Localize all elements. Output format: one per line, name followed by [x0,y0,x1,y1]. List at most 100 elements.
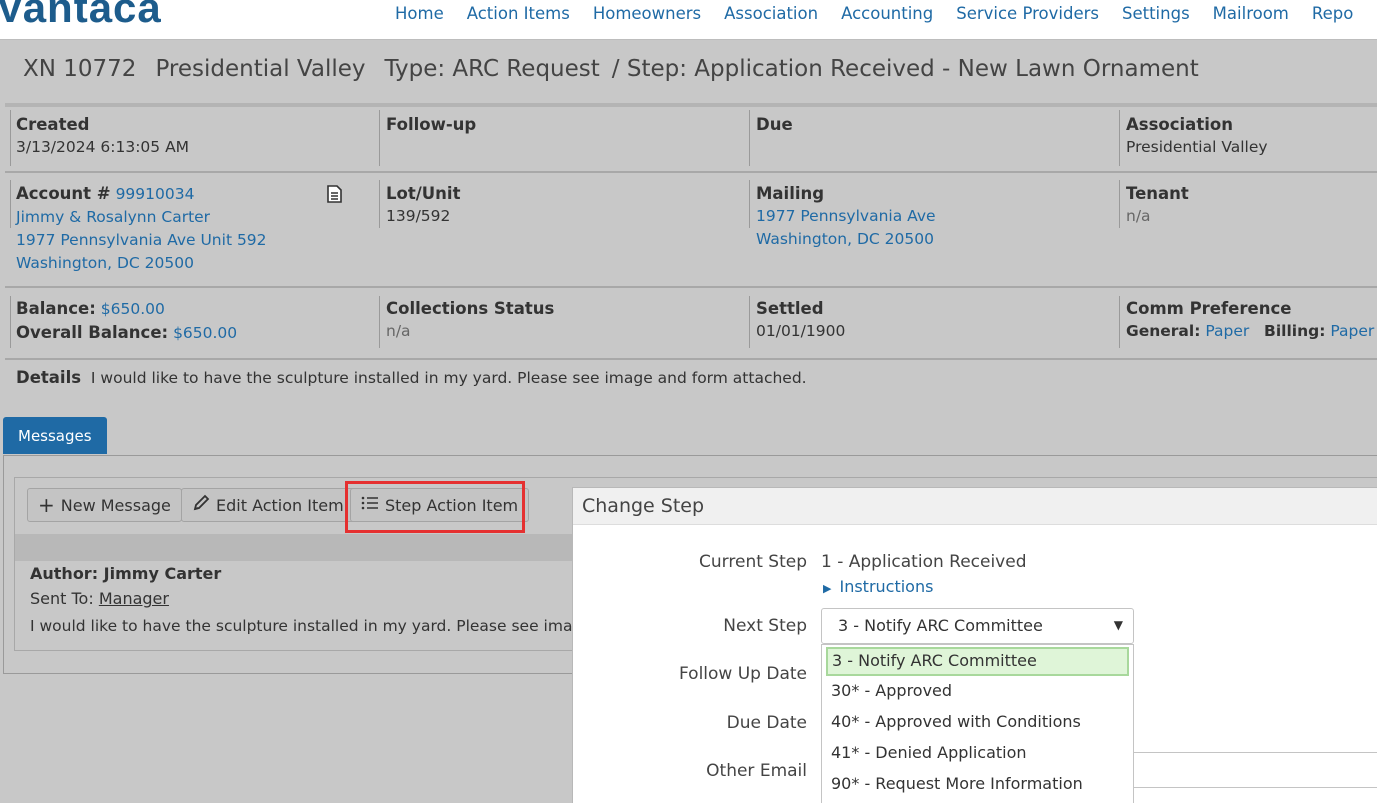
next-step-selected-value: 3 - Notify ARC Committee [838,616,1043,635]
comm-preference-field: Comm Preference General: Paper Billing: … [1126,297,1374,343]
edit-action-item-label: Edit Action Item [216,495,344,515]
vantaca-logo[interactable]: Vantaca [0,0,162,32]
tab-messages[interactable]: Messages [3,417,107,454]
created-value: 3/13/2024 6:13:05 AM [16,138,190,156]
mailing-address1[interactable]: 1977 Pennsylvania Ave [756,205,936,228]
nav-accounting[interactable]: Accounting [841,4,933,23]
followup-label: Follow-up [386,115,477,134]
lot-field: Lot/Unit 139/592 [386,182,460,228]
message-header-bar [15,534,575,561]
sent-to-label: Sent To: [30,589,94,608]
details-value: I would like to have the sculpture insta… [90,369,807,387]
balance-value[interactable]: $650.00 [101,300,165,318]
association-label: Association [1126,115,1233,134]
tab-bar: Messages [3,417,107,454]
tenant-value: n/a [1126,207,1151,225]
tenant-field: Tenant n/a [1126,182,1189,228]
nav-association[interactable]: Association [724,4,818,23]
details-label: Details [16,368,82,387]
due-date-label: Due Date [726,713,807,733]
dialog-title: Change Step [573,488,1377,525]
column-divider [1119,110,1120,166]
message-sent-to: Sent To: Manager [30,589,169,608]
nav-mailroom[interactable]: Mailroom [1213,4,1289,23]
settled-value: 01/01/1900 [756,322,846,340]
lot-label: Lot/Unit [386,184,461,203]
account-number-link[interactable]: 99910034 [116,185,195,203]
overall-balance-label: Overall Balance: [16,323,169,342]
overall-balance-value[interactable]: $650.00 [173,324,237,342]
association-field: Association Presidential Valley [1126,113,1268,159]
next-step-select[interactable]: 3 - Notify ARC Committee ▼ [821,608,1134,644]
owner-name-link[interactable]: Jimmy & Rosalynn Carter [16,206,267,229]
settled-label: Settled [756,299,824,318]
comm-preference-label: Comm Preference [1126,299,1292,318]
settled-field: Settled 01/01/1900 [756,297,845,343]
balance-field: Balance: $650.00 Overall Balance: $650.0… [16,297,237,345]
new-message-button[interactable]: + New Message [27,488,182,522]
column-divider [749,110,750,166]
change-step-dialog: Change Step Current Step 1 - Application… [572,487,1377,803]
divider [5,358,1377,360]
message-body: I would like to have the sculpture insta… [30,617,592,635]
nav-action-items[interactable]: Action Items [467,4,570,23]
instructions-toggle[interactable]: ▶ Instructions [823,577,933,596]
general-label: General: [1126,322,1201,340]
mailing-field: Mailing 1977 Pennsylvania Ave Washington… [756,182,936,251]
nav-homeowners[interactable]: Homeowners [593,4,701,23]
column-divider [379,180,380,228]
column-divider [749,180,750,228]
owner-address2[interactable]: Washington, DC 20500 [16,252,267,275]
edit-action-item-button[interactable]: Edit Action Item [181,488,355,522]
top-navigation-bar: Vantaca Home Action Items Homeowners Ass… [0,0,1377,40]
mailing-label: Mailing [756,184,825,203]
lot-value: 139/592 [386,207,451,225]
nav-reports[interactable]: Repo [1312,4,1353,23]
followup-field: Follow-up [386,113,476,136]
document-icon[interactable] [327,185,342,207]
next-step-dropdown-list: 3 - Notify ARC Committee 30* - Approved … [821,644,1134,803]
collections-value: n/a [386,322,411,340]
general-value[interactable]: Paper [1205,322,1249,340]
title-step: / Step: Application Received - New Lawn … [611,56,1199,82]
dropdown-option[interactable]: 3 - Notify ARC Committee [826,647,1129,676]
sent-to-link[interactable]: Manager [99,589,169,608]
owner-address1[interactable]: 1977 Pennsylvania Ave Unit 592 [16,229,267,252]
divider [5,286,1377,288]
dropdown-option[interactable]: 90* - Request More Information [822,769,1133,800]
dropdown-option[interactable]: 40* - Approved with Conditions [822,707,1133,738]
new-message-label: New Message [60,495,171,515]
created-field: Created 3/13/2024 6:13:05 AM [16,113,189,159]
pencil-icon [192,494,210,516]
caret-right-icon: ▶ [823,582,832,595]
due-field: Due [756,113,793,136]
dropdown-option[interactable]: 41* - Denied Application [822,738,1133,769]
follow-up-date-label: Follow Up Date [679,664,807,684]
balance-label: Balance: [16,299,96,318]
divider [5,171,1377,173]
current-step-value: 1 - Application Received [821,552,1027,572]
due-label: Due [756,115,793,134]
plus-icon: + [38,493,55,517]
instructions-label: Instructions [839,577,934,596]
dropdown-option[interactable]: 30* - Approved [822,676,1133,707]
other-email-input[interactable] [1133,752,1377,788]
collections-label: Collections Status [386,299,555,318]
nav-settings[interactable]: Settings [1122,4,1190,23]
divider [5,103,1377,107]
mailing-address2[interactable]: Washington, DC 20500 [756,228,936,251]
nav-service-providers[interactable]: Service Providers [956,4,1099,23]
column-divider [379,110,380,166]
billing-value[interactable]: Paper [1330,322,1374,340]
current-step-label: Current Step [699,552,807,572]
action-item-id: XN 10772 [23,56,137,82]
nav-home[interactable]: Home [395,4,444,23]
column-divider [1119,180,1120,228]
billing-label: Billing: [1264,322,1326,340]
created-label: Created [16,115,90,134]
account-field: Account # 99910034 Jimmy & Rosalynn Cart… [16,182,267,275]
tenant-label: Tenant [1126,184,1189,203]
details-field: Details I would like to have the sculptu… [16,366,807,390]
title-type: Type: ARC Request [384,56,600,82]
account-label: Account # [16,184,111,203]
